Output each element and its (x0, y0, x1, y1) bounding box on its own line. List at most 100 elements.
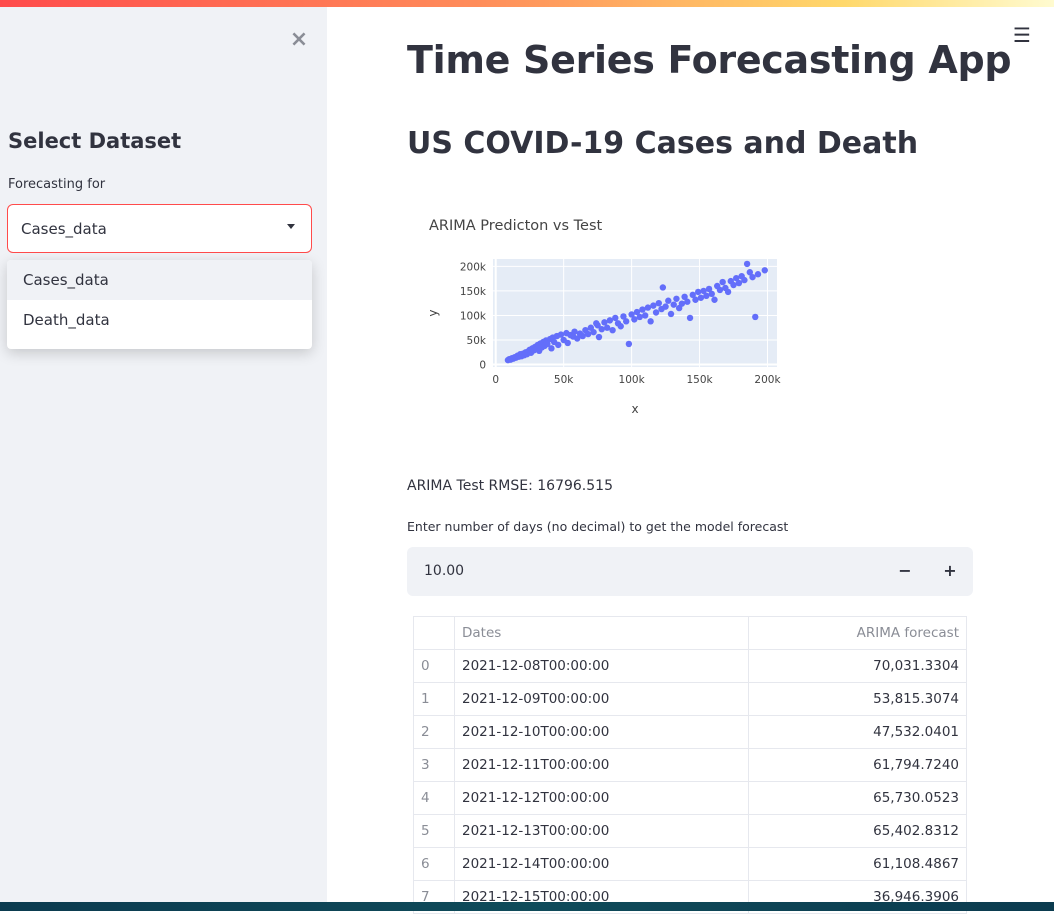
scatter-point (724, 288, 732, 296)
select-value: Cases_data (21, 220, 107, 238)
scatter-point (692, 296, 699, 303)
table-cell-date: 2021-12-12T00:00:00 (454, 781, 749, 815)
select-label: Forecasting for (8, 177, 106, 192)
sidebar: × Select Dataset Forecasting for Cases_d… (0, 7, 327, 902)
scatter-point (678, 300, 686, 307)
table-cell-index: 0 (413, 649, 455, 683)
table-cell-forecast: 53,815.3074 (748, 682, 967, 716)
scatter-point (719, 278, 726, 286)
chart-title: ARIMA Predicton vs Test (429, 218, 603, 234)
number-value[interactable]: 10.00 (424, 563, 464, 579)
table-cell-date: 2021-12-13T00:00:00 (454, 814, 749, 848)
number-input-label: Enter number of days (no decimal) to get… (407, 519, 789, 534)
page-title: Time Series Forecasting App (407, 38, 1012, 82)
scatter-point (631, 316, 638, 323)
scatter-point (708, 290, 715, 298)
scatter-point (697, 294, 705, 301)
scatter-point (555, 341, 562, 349)
scatter-point (644, 304, 652, 311)
y-tick-label: 0 (479, 360, 486, 372)
table-cell-date: 2021-12-10T00:00:00 (454, 715, 749, 749)
scatter-point (662, 303, 669, 310)
scatter-point (609, 326, 616, 334)
x-tick-label: 150k (686, 374, 713, 386)
dropdown-option-cases[interactable]: Cases_data (7, 260, 312, 300)
x-tick-label: 200k (754, 374, 781, 386)
scatter-point (598, 326, 605, 333)
table-cell-date: 2021-12-14T00:00:00 (454, 847, 749, 881)
table-cell-forecast: 70,031.3304 (748, 649, 967, 683)
table-cell-date: 2021-12-08T00:00:00 (454, 649, 749, 683)
table-cell-index: 3 (413, 748, 455, 782)
scatter-point (667, 310, 675, 318)
table-row: 0 2021-12-08T00:00:00 70,031.3304 (413, 649, 967, 683)
dataset-dropdown: Cases_data Death_data (7, 260, 312, 349)
scatter-point (650, 302, 657, 309)
y-axis-label: y (426, 309, 440, 316)
decrement-button[interactable]: − (894, 560, 916, 582)
x-axis-label: x (631, 402, 638, 416)
table-cell-index: 2 (413, 715, 455, 749)
dataset-select[interactable]: Cases_data (7, 204, 312, 253)
scatter-point (617, 323, 624, 330)
scatter-point (659, 284, 667, 291)
scatter-point (639, 306, 646, 313)
x-tick-label: 100k (619, 374, 646, 386)
close-icon[interactable]: × (288, 29, 310, 51)
scatter-point (584, 330, 592, 338)
scatter-point (670, 301, 677, 308)
scatter-point (684, 298, 691, 305)
scatter-point (749, 273, 756, 281)
scatter-point (735, 279, 743, 287)
scatter-point (743, 260, 751, 268)
table-row: 5 2021-12-13T00:00:00 65,402.8312 (413, 814, 967, 848)
scatter-point (655, 299, 662, 307)
table-cell-date: 2021-12-09T00:00:00 (454, 682, 749, 716)
scatter-point (730, 281, 737, 289)
y-tick-label: 200k (460, 261, 487, 273)
table-cell-date: 2021-12-11T00:00:00 (454, 748, 749, 782)
scatter-point (622, 318, 630, 325)
y-tick-label: 50k (467, 335, 487, 347)
scatter-point (625, 340, 633, 348)
scatter-point (647, 318, 654, 325)
scatter-chart: 0 50k 100k 150k 200k 0 50k 100k 150k 200k ARIMA Pr… (415, 205, 795, 430)
y-tick-label: 150k (460, 286, 487, 298)
table-row: 1 2021-12-09T00:00:00 53,815.3074 (413, 682, 967, 716)
table-cell-forecast: 65,402.8312 (748, 814, 967, 848)
rmse-text: ARIMA Test RMSE: 16796.515 (407, 478, 613, 494)
scatter-point (548, 345, 555, 352)
scatter-point (711, 296, 718, 303)
table-cell-forecast: 61,108.4867 (748, 847, 967, 881)
increment-button[interactable]: + (939, 560, 961, 582)
table-row: 6 2021-12-14T00:00:00 61,108.4867 (413, 847, 967, 881)
scatter-point (590, 328, 597, 336)
scatter-point (665, 297, 672, 304)
scatter-point (673, 295, 680, 302)
hamburger-menu-icon[interactable]: ☰ (1013, 25, 1033, 45)
sidebar-heading: Select Dataset (8, 129, 182, 153)
scatter-point (606, 317, 614, 324)
scatter-point (652, 309, 660, 316)
bottom-bar (0, 902, 1054, 911)
table-header-dates: Dates (454, 616, 749, 650)
days-number-input[interactable]: 10.00 − + (407, 547, 973, 596)
table-cell-index: 6 (413, 847, 455, 881)
scatter-point (579, 332, 586, 340)
table-row: 3 2021-12-11T00:00:00 61,794.7240 (413, 748, 967, 782)
table-header-index (413, 616, 455, 650)
chevron-down-icon (287, 224, 295, 229)
table-row: 4 2021-12-12T00:00:00 65,730.0523 (413, 781, 967, 815)
table-header-forecast: ARIMA forecast (748, 616, 967, 650)
x-tick-label: 50k (554, 374, 574, 386)
dropdown-option-death[interactable]: Death_data (7, 300, 312, 340)
table-cell-forecast: 47,532.0401 (748, 715, 967, 749)
scatter-point (754, 271, 762, 278)
chart-svg: 0 50k 100k 150k 200k 0 50k 100k 150k 200k ARIMA Pr… (426, 218, 781, 416)
table-header-row: Dates ARIMA forecast (413, 616, 967, 650)
page-subtitle: US COVID-19 Cases and Death (407, 126, 919, 161)
scatter-point (603, 324, 611, 331)
scatter-point (703, 292, 710, 300)
scatter-point (595, 333, 603, 341)
scatter-point (716, 286, 724, 294)
